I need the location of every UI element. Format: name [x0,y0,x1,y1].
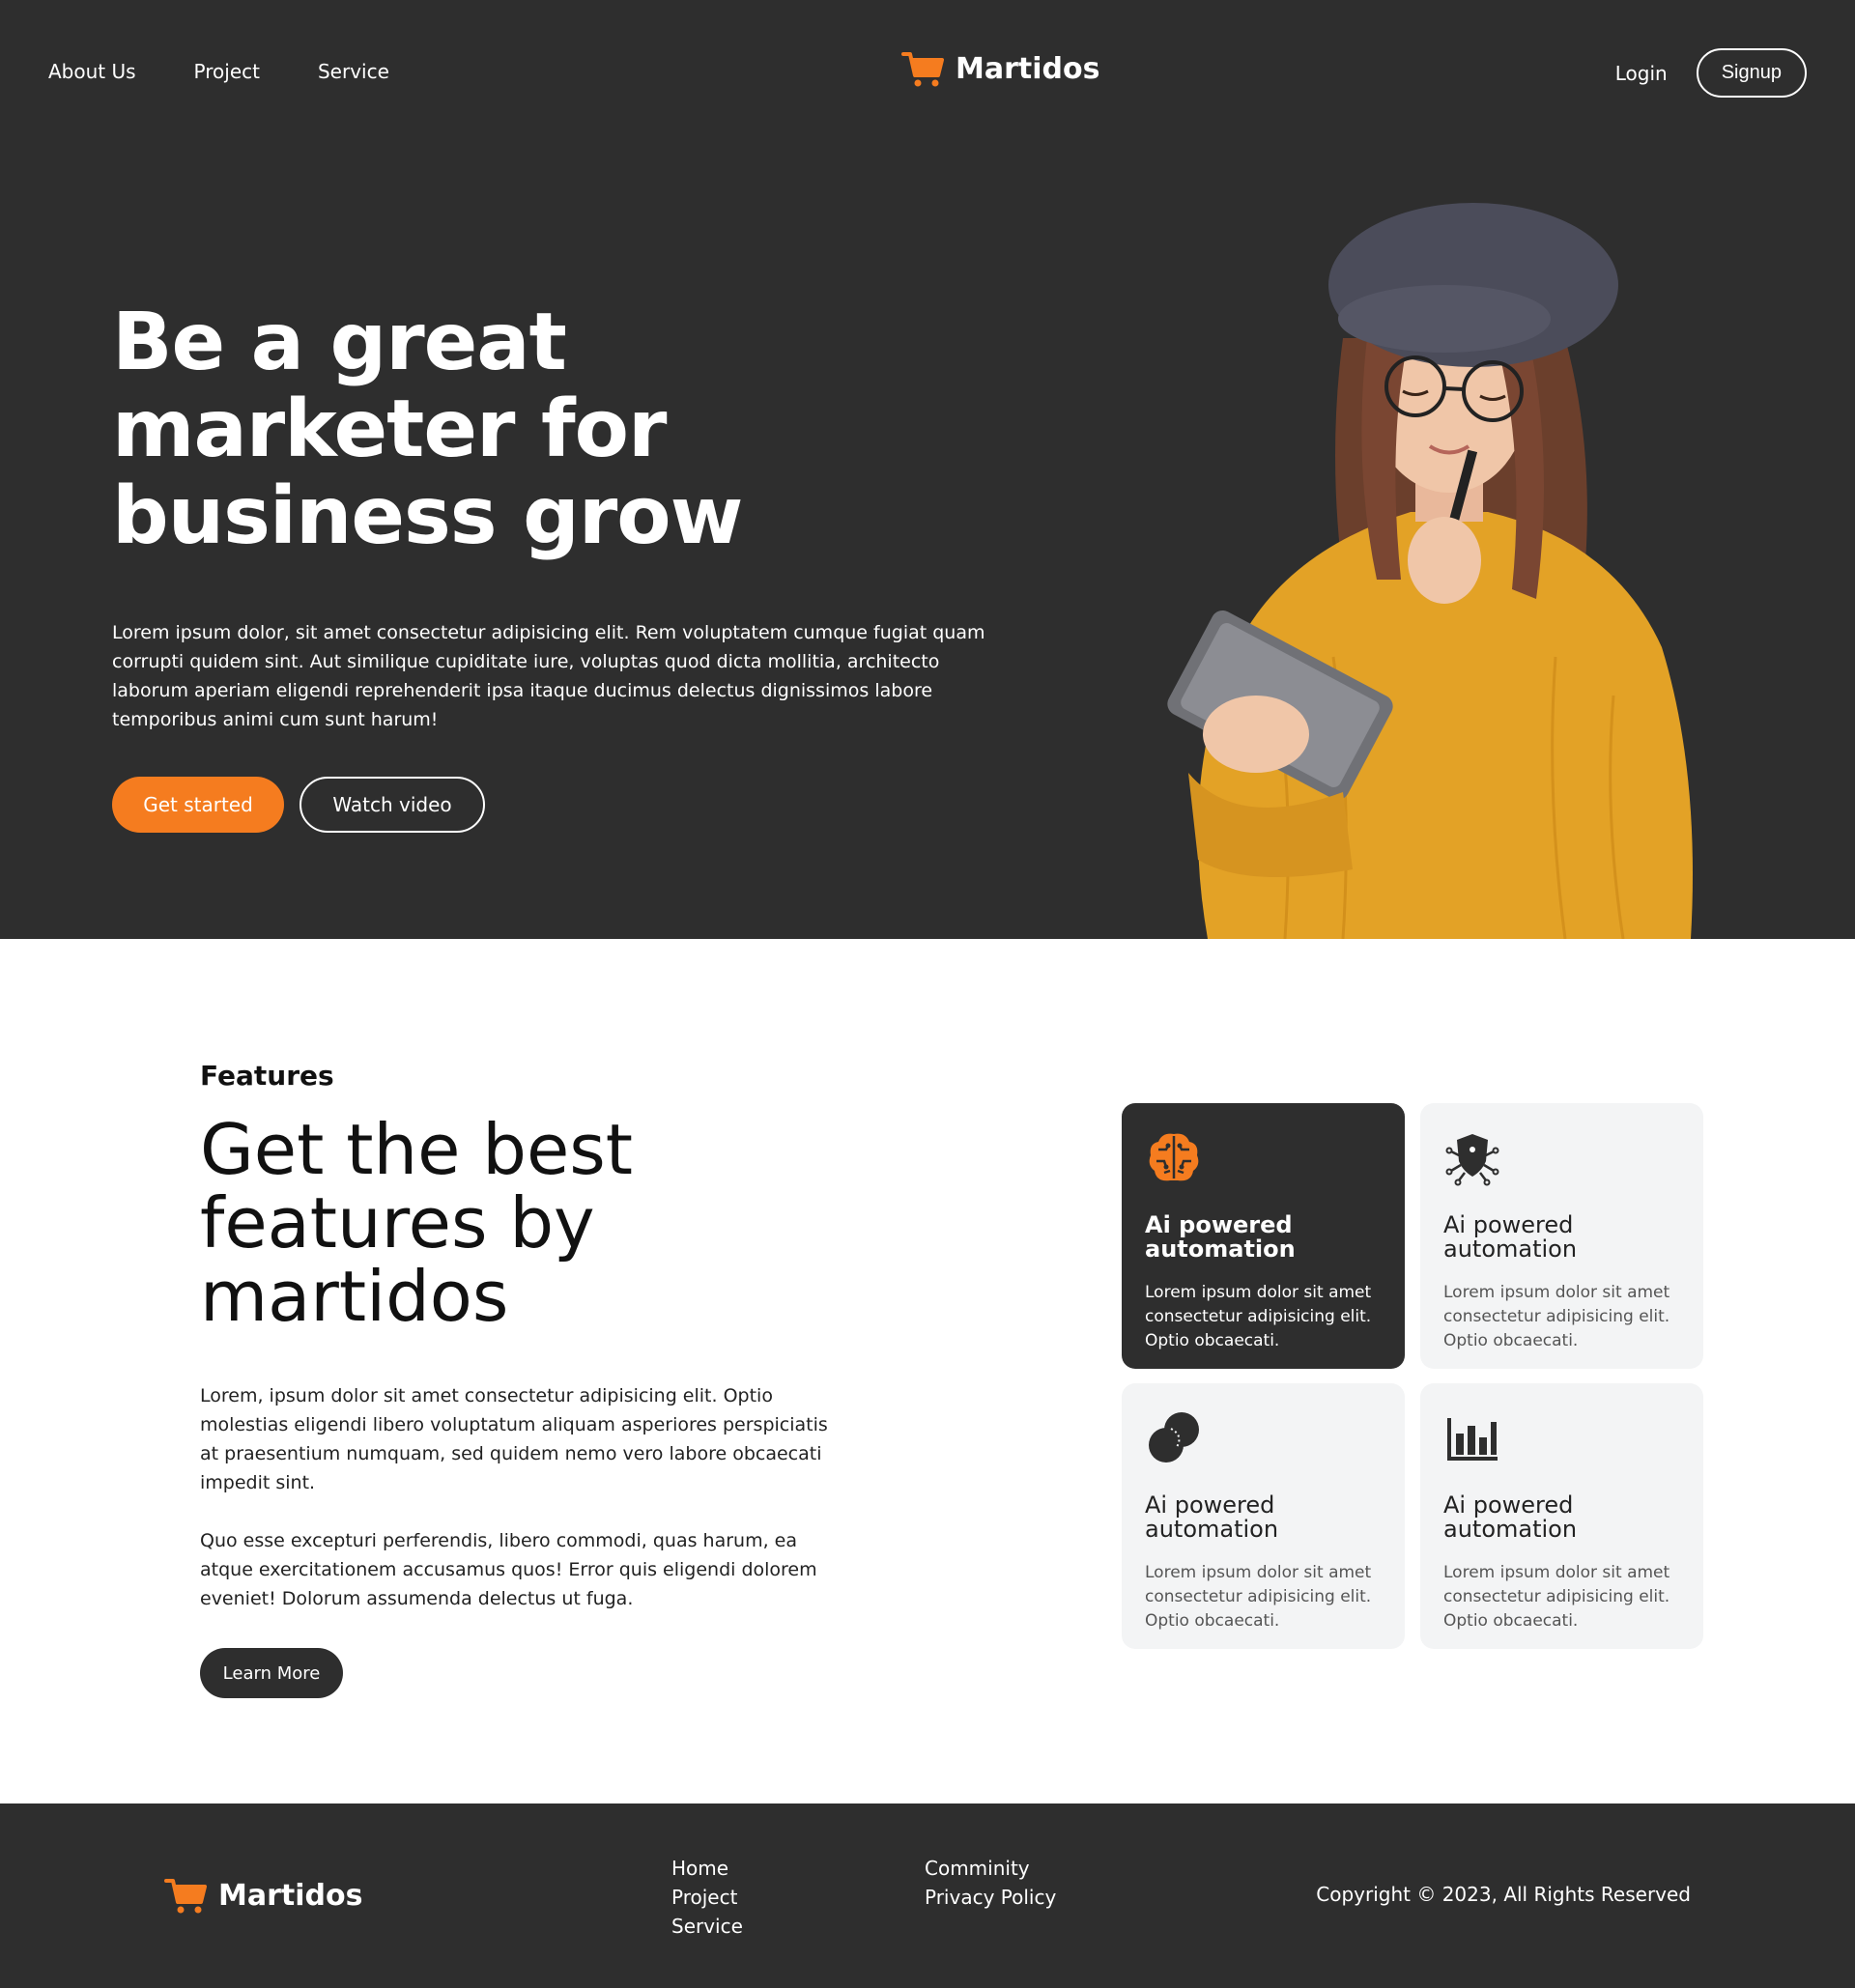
site-footer: Martidos Home Project Service Comminity … [0,1803,1855,1988]
brand-name: Martidos [956,51,1100,86]
hero-title: Be a great marketer for business grow [112,297,743,562]
copyright-text: Copyright © 2023, All Rights Reserved [1316,1883,1691,1906]
feature-card-text: Lorem ipsum dolor sit amet consectetur a… [1443,1563,1670,1631]
footer-link-service[interactable]: Service [671,1912,743,1941]
footer-links-secondary: Comminity Privacy Policy [925,1854,1056,1912]
auth-nav: Login Signup [1615,48,1807,98]
hero-section: About Us Project Service Martidos Login … [0,0,1855,939]
get-started-button[interactable]: Get started [112,777,284,833]
feature-card-title: Ai powered automation [1145,1491,1279,1543]
footer-brand-name: Martidos [218,1878,363,1913]
shopping-cart-icon [901,52,944,87]
footer-link-project[interactable]: Project [671,1883,743,1912]
brain-circuit-icon [1149,1133,1199,1181]
footer-link-home[interactable]: Home [671,1854,743,1883]
learn-more-button[interactable]: Learn More [200,1648,343,1698]
features-eyebrow: Features [200,1060,334,1092]
watch-video-button[interactable]: Watch video [300,777,485,833]
feature-card-4[interactable]: Ai powered automation Lorem ipsum dolor … [1420,1383,1703,1649]
feature-card-title: Ai powered automation [1443,1491,1578,1543]
nav-link-about-us[interactable]: About Us [48,60,136,83]
shield-network-icon [1445,1134,1499,1186]
feature-card-1[interactable]: Ai powered automation Lorem ipsum dolor … [1122,1103,1405,1369]
features-paragraph-1: Lorem, ipsum dolor sit amet consectetur … [200,1385,828,1493]
features-title: Get the best features by martidos [200,1109,633,1337]
features-paragraph-2: Quo esse excepturi perferendis, libero c… [200,1530,817,1609]
feature-card-2[interactable]: Ai powered automation Lorem ipsum dolor … [1420,1103,1703,1369]
footer-brand-logo[interactable]: Martidos [164,1873,362,1917]
feature-card-title: Ai powered automation [1145,1211,1296,1263]
feature-card-text: Lorem ipsum dolor sit amet consectetur a… [1145,1563,1372,1631]
nav-link-service[interactable]: Service [318,60,389,83]
features-section: Features Get the best features by martid… [0,939,1855,1803]
bar-chart-icon [1447,1418,1498,1461]
feature-card-3[interactable]: Ai powered automation Lorem ipsum dolor … [1122,1383,1405,1649]
features-description: Lorem, ipsum dolor sit amet consectetur … [200,1381,828,1613]
login-link[interactable]: Login [1615,62,1668,85]
nav-link-project[interactable]: Project [194,60,260,83]
hero-description: Lorem ipsum dolor, sit amet consectetur … [112,622,985,730]
footer-links-primary: Home Project Service [671,1854,743,1941]
overlapping-circles-icon [1149,1412,1199,1463]
feature-card-text: Lorem ipsum dolor sit amet consectetur a… [1443,1283,1670,1350]
feature-cards-grid: Ai powered automation Lorem ipsum dolor … [1122,1103,1703,1649]
feature-card-text: Lorem ipsum dolor sit amet consectetur a… [1145,1283,1372,1350]
shopping-cart-icon [164,1879,207,1914]
footer-link-community[interactable]: Comminity [925,1854,1056,1883]
footer-link-privacy-policy[interactable]: Privacy Policy [925,1883,1056,1912]
primary-nav: About Us Project Service [48,60,389,83]
signup-button[interactable]: Signup [1696,48,1807,98]
feature-card-title: Ai powered automation [1443,1211,1578,1263]
hero-woman-image [1167,203,1693,939]
hero-cta-group: Get started Watch video [112,777,485,833]
brand-logo[interactable]: Martidos [901,46,1099,91]
